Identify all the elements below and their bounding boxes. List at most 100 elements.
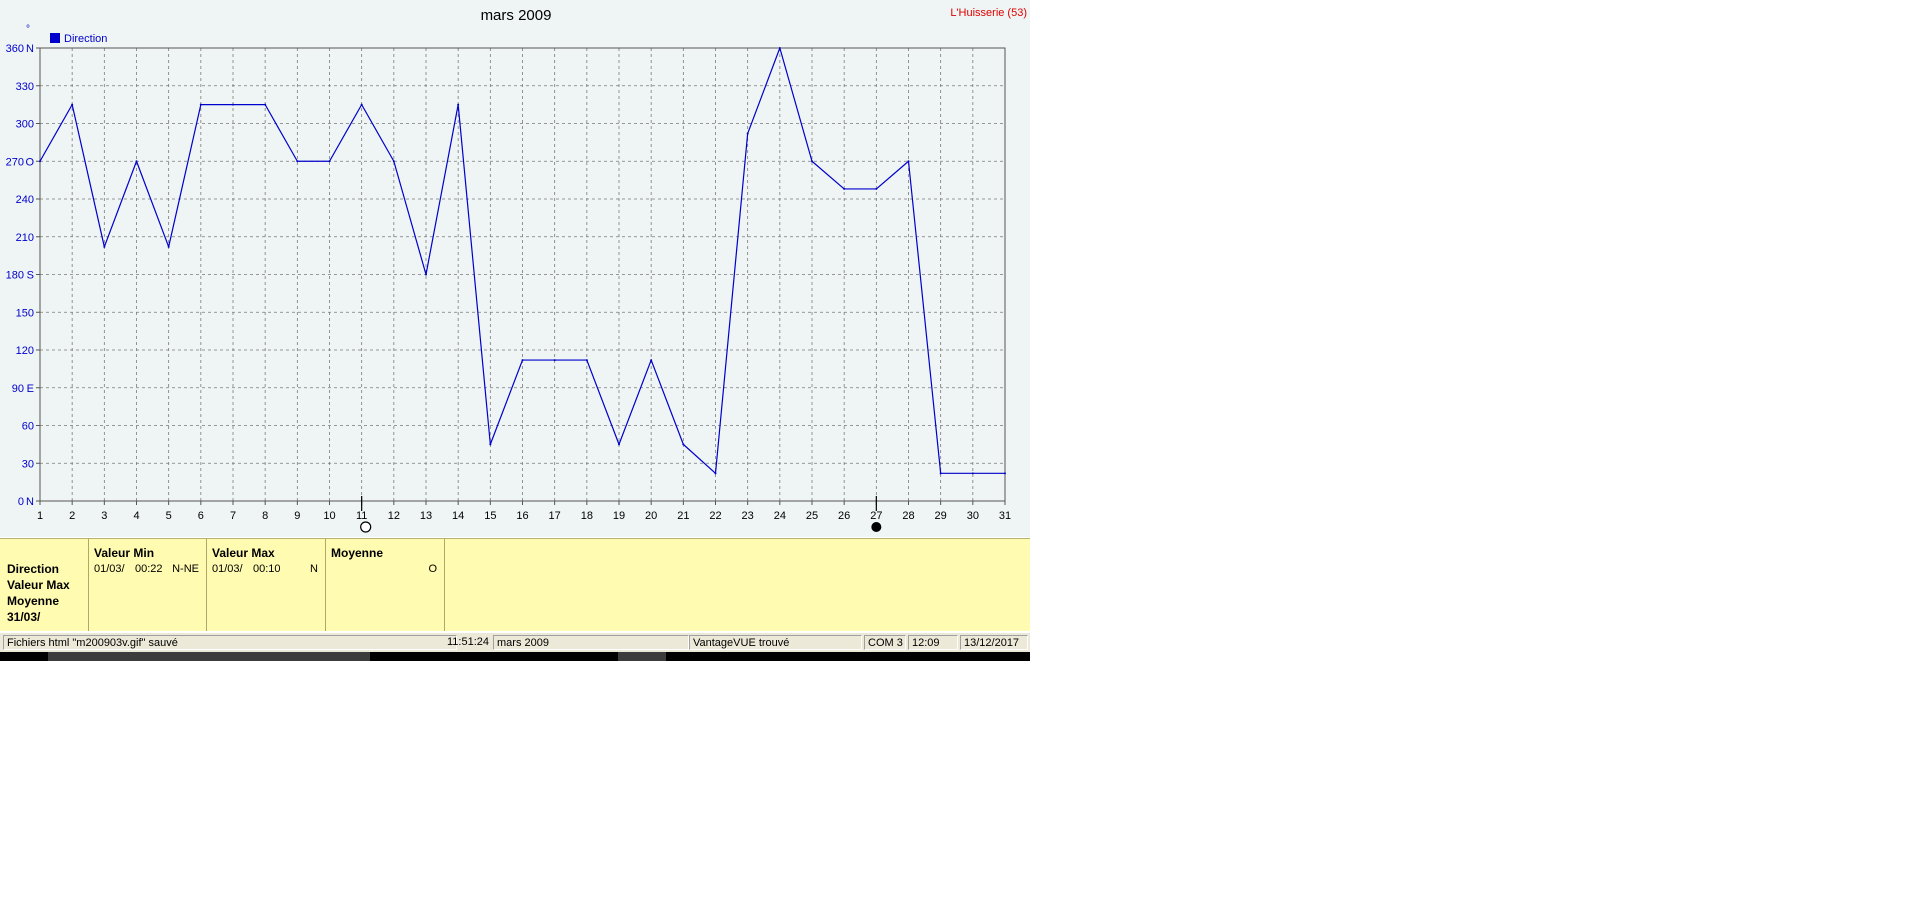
moyenne-header: Moyenne xyxy=(331,546,384,560)
direction-point xyxy=(457,103,460,106)
x-tick-label: 25 xyxy=(806,510,818,522)
x-tick-label: 16 xyxy=(516,510,528,522)
direction-point xyxy=(553,359,556,362)
valeur-max-header: Valeur Max xyxy=(212,546,275,560)
status-station: VantageVUE trouvé xyxy=(689,635,862,650)
station-name: L'Huisserie (53) xyxy=(950,7,1027,19)
direction-point xyxy=(682,443,685,446)
direction-point xyxy=(971,472,974,475)
row-label-valeur-max: Valeur Max xyxy=(7,578,70,592)
stats-col-moyenne: Moyenne O xyxy=(326,539,445,631)
y-tick-label: 60 xyxy=(22,421,34,433)
x-tick-label: 27 xyxy=(870,510,882,522)
x-tick-label: 17 xyxy=(549,510,561,522)
x-tick-label: 11 xyxy=(356,510,367,522)
y-tick-label: 30 xyxy=(22,458,34,470)
stats-col-valeur-min: Valeur Min 01/03/ 00:22 N-NE xyxy=(89,539,207,631)
direction-point xyxy=(328,160,331,163)
direction-point xyxy=(39,160,41,163)
x-tick-label: 26 xyxy=(838,510,850,522)
direction-point xyxy=(875,187,878,190)
x-tick-label: 29 xyxy=(935,510,947,522)
y-tick-label: 300 xyxy=(16,119,34,131)
row-label-direction: Direction xyxy=(7,562,60,576)
y-tick-label: 180 xyxy=(6,270,24,282)
direction-point xyxy=(296,160,299,163)
taskbar-strip xyxy=(0,652,1030,661)
y-tick-label: 240 xyxy=(16,194,34,206)
direction-point xyxy=(71,103,74,106)
row-label-date: 31/03/ xyxy=(7,610,41,624)
unit-marker: ° xyxy=(26,24,30,35)
direction-point xyxy=(1004,472,1006,475)
x-tick-label: 18 xyxy=(581,510,593,522)
status-port: COM 3 xyxy=(864,635,906,650)
taskbar-button[interactable] xyxy=(48,652,370,661)
x-tick-label: 4 xyxy=(133,510,139,522)
moyenne-value: O xyxy=(428,563,437,575)
taskbar-button[interactable] xyxy=(618,652,666,661)
status-bar: Fichiers html "m200903v.gif" sauvé 11:51… xyxy=(0,632,1030,653)
y-tick-direction: N xyxy=(26,496,34,508)
y-tick-direction: N xyxy=(26,43,34,55)
full-moon-icon xyxy=(360,521,372,533)
valeur-min-header: Valeur Min xyxy=(94,546,155,560)
direction-point xyxy=(521,359,524,362)
direction-point xyxy=(939,472,942,475)
legend-label: Direction xyxy=(64,33,107,45)
y-tick-label: 360 xyxy=(6,43,24,55)
stats-col-valeur-max: Valeur Max 01/03/ 00:10 N xyxy=(207,539,326,631)
direction-point xyxy=(778,47,781,49)
chart-panel: mars 2009 L'Huisserie (53) ° Direction 0… xyxy=(0,0,1030,537)
status-time-text: 11:51:24 xyxy=(446,636,489,648)
direction-point xyxy=(425,273,427,276)
x-tick-label: 23 xyxy=(742,510,754,522)
stats-row-labels: Direction Valeur Max Moyenne 31/03/ xyxy=(0,539,89,631)
x-tick-label: 1 xyxy=(37,510,43,522)
chart-title: mars 2009 xyxy=(481,7,552,24)
status-message-text: Fichiers html "m200903v.gif" sauvé xyxy=(7,637,178,649)
valeur-min-value: N-NE xyxy=(172,563,199,575)
status-period: mars 2009 xyxy=(493,635,689,650)
x-tick-label: 5 xyxy=(166,510,172,522)
x-tick-label: 30 xyxy=(967,510,979,522)
direction-point xyxy=(650,359,653,362)
x-tick-label: 21 xyxy=(677,510,689,522)
valeur-max-date: 01/03/ xyxy=(212,563,243,575)
x-tick-label: 14 xyxy=(452,510,464,522)
direction-point xyxy=(232,103,234,106)
y-tick-label: 210 xyxy=(16,232,34,244)
x-tick-label: 6 xyxy=(198,510,204,522)
valeur-max-value: N xyxy=(310,563,318,575)
x-tick-label: 19 xyxy=(613,510,625,522)
direction-point xyxy=(135,160,138,163)
x-tick-label: 22 xyxy=(709,510,721,522)
status-station-text: VantageVUE trouvé xyxy=(693,637,790,649)
direction-point xyxy=(360,103,363,106)
row-label-moyenne: Moyenne xyxy=(7,594,60,608)
new-moon-icon xyxy=(871,522,882,532)
direction-point xyxy=(167,245,170,248)
x-tick-label: 31 xyxy=(999,510,1011,522)
x-tick-label: 15 xyxy=(484,510,496,522)
direction-point xyxy=(714,472,717,475)
status-period-text: mars 2009 xyxy=(497,637,549,649)
y-tick-label: 150 xyxy=(16,307,34,319)
x-tick-label: 20 xyxy=(645,510,657,522)
direction-point xyxy=(907,160,910,163)
weather-app-window: mars 2009 L'Huisserie (53) ° Direction 0… xyxy=(0,0,1030,665)
y-tick-label: 270 xyxy=(6,156,24,168)
status-time: 11:51:24 xyxy=(440,635,492,650)
x-tick-label: 24 xyxy=(774,510,786,522)
x-tick-label: 7 xyxy=(230,510,236,522)
direction-point xyxy=(103,245,106,248)
direction-point xyxy=(392,160,395,163)
valeur-max-time: 00:10 xyxy=(253,563,281,575)
status-port-text: COM 3 xyxy=(868,637,903,649)
status-message: Fichiers html "m200903v.gif" sauvé xyxy=(3,635,457,650)
direction-point xyxy=(489,443,492,446)
chart-background xyxy=(0,0,1030,537)
y-tick-label: 120 xyxy=(16,345,34,357)
valeur-min-time: 00:22 xyxy=(135,563,163,575)
direction-chart: mars 2009 L'Huisserie (53) ° Direction 0… xyxy=(0,0,1030,537)
